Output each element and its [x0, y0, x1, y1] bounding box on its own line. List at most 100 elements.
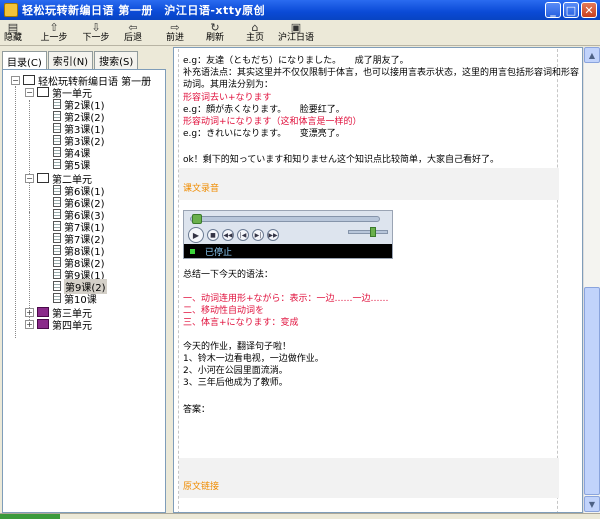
fast-forward-icon[interactable]: ▶▶	[267, 229, 279, 241]
page-icon	[53, 185, 61, 195]
home-button[interactable]: ⌂ 主页	[242, 20, 268, 45]
book-icon	[23, 75, 35, 85]
scroll-thumb[interactable]	[584, 287, 600, 495]
hide-button[interactable]: ▤ 隐藏	[2, 20, 24, 45]
collapse-icon[interactable]: −	[11, 75, 20, 85]
text-line: 今天的作业，翻译句子啦！	[183, 342, 292, 352]
next-step-button[interactable]: ⇩ 下一步	[78, 20, 114, 45]
page-icon	[53, 111, 61, 121]
contents-tree: − 轻松玩转新编日语 第一册 − 第一单元 第2课(1) 第2课(2) 第3课(…	[2, 69, 166, 513]
tree-lesson[interactable]: 第5课	[53, 158, 90, 172]
refresh-button[interactable]: ↻ 刷新	[202, 20, 228, 45]
text-line: 1、铃木一边看电视，一边做作业。	[183, 354, 324, 364]
page-icon	[53, 245, 61, 255]
page-icon	[53, 257, 61, 267]
arrow-down-icon: ⇩	[91, 20, 101, 34]
collapse-icon[interactable]: −	[25, 173, 34, 183]
page-icon	[53, 123, 61, 133]
forward-button[interactable]: ⇨ 前进	[162, 20, 188, 45]
prev-step-button[interactable]: ⇧ 上一步	[36, 20, 72, 45]
collapse-icon[interactable]: −	[25, 87, 34, 97]
status-indicator	[0, 514, 60, 519]
toolbar: ▤ 隐藏 ⇧ 上一步 ⇩ 下一步 ⇦ 后退 ⇨ 前进 ↻ 刷新 ⌂ 主页 ▣ 沪…	[0, 20, 600, 46]
text-line: 二、移动性自动词を	[183, 306, 265, 316]
status-dot-icon	[190, 248, 195, 254]
stop-icon[interactable]: ■	[207, 229, 219, 241]
tab-search[interactable]: 搜索(S)	[94, 51, 139, 69]
seek-handle[interactable]	[192, 214, 202, 224]
text-line: 补充语法点：其实这里并不仅仅限制于体言，也可以接用言表示状态，这里的用言包括形容…	[183, 68, 580, 78]
text-line: 三、体言+になります：变成	[183, 318, 299, 328]
text-line: e.g：友達（ともだち）になりました。 成了朋友了。	[183, 56, 409, 66]
text-line: 形容词去い+なります	[183, 93, 272, 103]
book-icon	[37, 319, 49, 329]
page-icon	[53, 99, 61, 109]
window-title: 轻松玩转新编日语 第一册 沪江日语-xtty原创	[22, 4, 266, 17]
maximize-button[interactable]: □	[563, 2, 579, 18]
section-band	[179, 168, 559, 200]
text-line: 答案：	[183, 405, 211, 415]
page-icon	[53, 221, 61, 231]
seek-bar[interactable]	[190, 216, 380, 222]
text-line: 2、小河在公园里面流淌。	[183, 366, 288, 376]
page-icon	[53, 233, 61, 243]
prev-icon[interactable]: |◀	[237, 229, 249, 241]
page-icon	[53, 197, 61, 207]
app-icon	[4, 3, 18, 17]
section-band	[179, 458, 559, 498]
text-line: 动词。其用法分别为：	[183, 80, 274, 90]
play-icon[interactable]: ▶	[188, 227, 204, 243]
title-bar: 轻松玩转新编日语 第一册 沪江日语-xtty原创 _ □ ✕	[0, 0, 600, 20]
navigation-pane: 目录(C) 索引(N) 搜索(S) − 轻松玩转新编日语 第一册 − 第一单元 …	[0, 47, 168, 513]
text-line: 总结一下今天的语法：	[183, 270, 274, 280]
page-icon	[53, 293, 61, 303]
page-icon	[53, 269, 61, 279]
expand-icon[interactable]: +	[25, 319, 34, 329]
hide-icon: ▤	[7, 20, 19, 34]
text-line: 形容动词+になります（这和体言是一样的）	[183, 117, 362, 127]
rewind-icon[interactable]: ◀◀	[222, 229, 234, 241]
document: e.g：友達（ともだち）になりました。 成了朋友了。 补充语法点：其实这里并不仅…	[178, 48, 579, 512]
close-button[interactable]: ✕	[581, 2, 597, 18]
next-icon[interactable]: ▶|	[252, 229, 264, 241]
content-view: e.g：友達（ともだち）になりました。 成了朋友了。 补充语法点：其实这里并不仅…	[173, 47, 583, 513]
page-icon	[53, 135, 61, 145]
home-icon: ⌂	[251, 20, 259, 34]
scroll-down-icon[interactable]: ▼	[584, 496, 600, 512]
scroll-up-icon[interactable]: ▲	[584, 47, 600, 63]
tree-unit-4[interactable]: + 第四单元	[25, 318, 92, 332]
tree-lesson[interactable]: 第10课	[53, 292, 97, 306]
page-icon: ▣	[290, 20, 302, 34]
player-status: 已停止	[184, 244, 392, 258]
text-line: ok！剩下的知っています和知りません这个知识点比较简单，大家自己看好了。	[183, 155, 500, 165]
nav-tabs: 目录(C) 索引(N) 搜索(S)	[2, 51, 139, 70]
page-icon	[53, 209, 61, 219]
media-player: ▶ ■ ◀◀ |◀ ▶| ▶▶ 已停止	[183, 210, 393, 259]
back-button[interactable]: ⇦ 后退	[120, 20, 146, 45]
section-title: 课文录音	[183, 184, 220, 194]
arrow-back-icon: ⇦	[128, 20, 138, 34]
book-icon	[37, 307, 49, 317]
page-icon	[53, 159, 61, 169]
tab-index[interactable]: 索引(N)	[47, 51, 94, 69]
arrow-up-icon: ⇧	[49, 20, 59, 34]
volume-bar[interactable]	[348, 230, 388, 234]
volume-handle[interactable]	[370, 227, 376, 237]
text-line: e.g：きれいになります。 变漂亮了。	[183, 129, 345, 139]
book-icon	[37, 87, 49, 97]
refresh-icon: ↻	[210, 20, 220, 34]
tab-contents[interactable]: 目录(C)	[2, 51, 47, 70]
book-icon	[37, 173, 49, 183]
expand-icon[interactable]: +	[25, 307, 34, 317]
page-icon	[53, 281, 61, 291]
minimize-button[interactable]: _	[545, 2, 561, 18]
original-link[interactable]: 原文链接	[183, 482, 219, 493]
text-line: 一、动词连用形+ながら：表示：一边……一边……	[183, 294, 389, 304]
text-line: 3、三年后他成为了教师。	[183, 378, 288, 388]
page-icon	[53, 147, 61, 157]
hujiang-button[interactable]: ▣ 沪江日语	[274, 20, 318, 45]
text-line: e.g：顔が赤くなります。 脸要红了。	[183, 105, 345, 115]
vertical-scrollbar[interactable]: ▲ ▼	[583, 47, 600, 513]
status-bar	[0, 513, 600, 519]
arrow-forward-icon: ⇨	[170, 20, 180, 34]
